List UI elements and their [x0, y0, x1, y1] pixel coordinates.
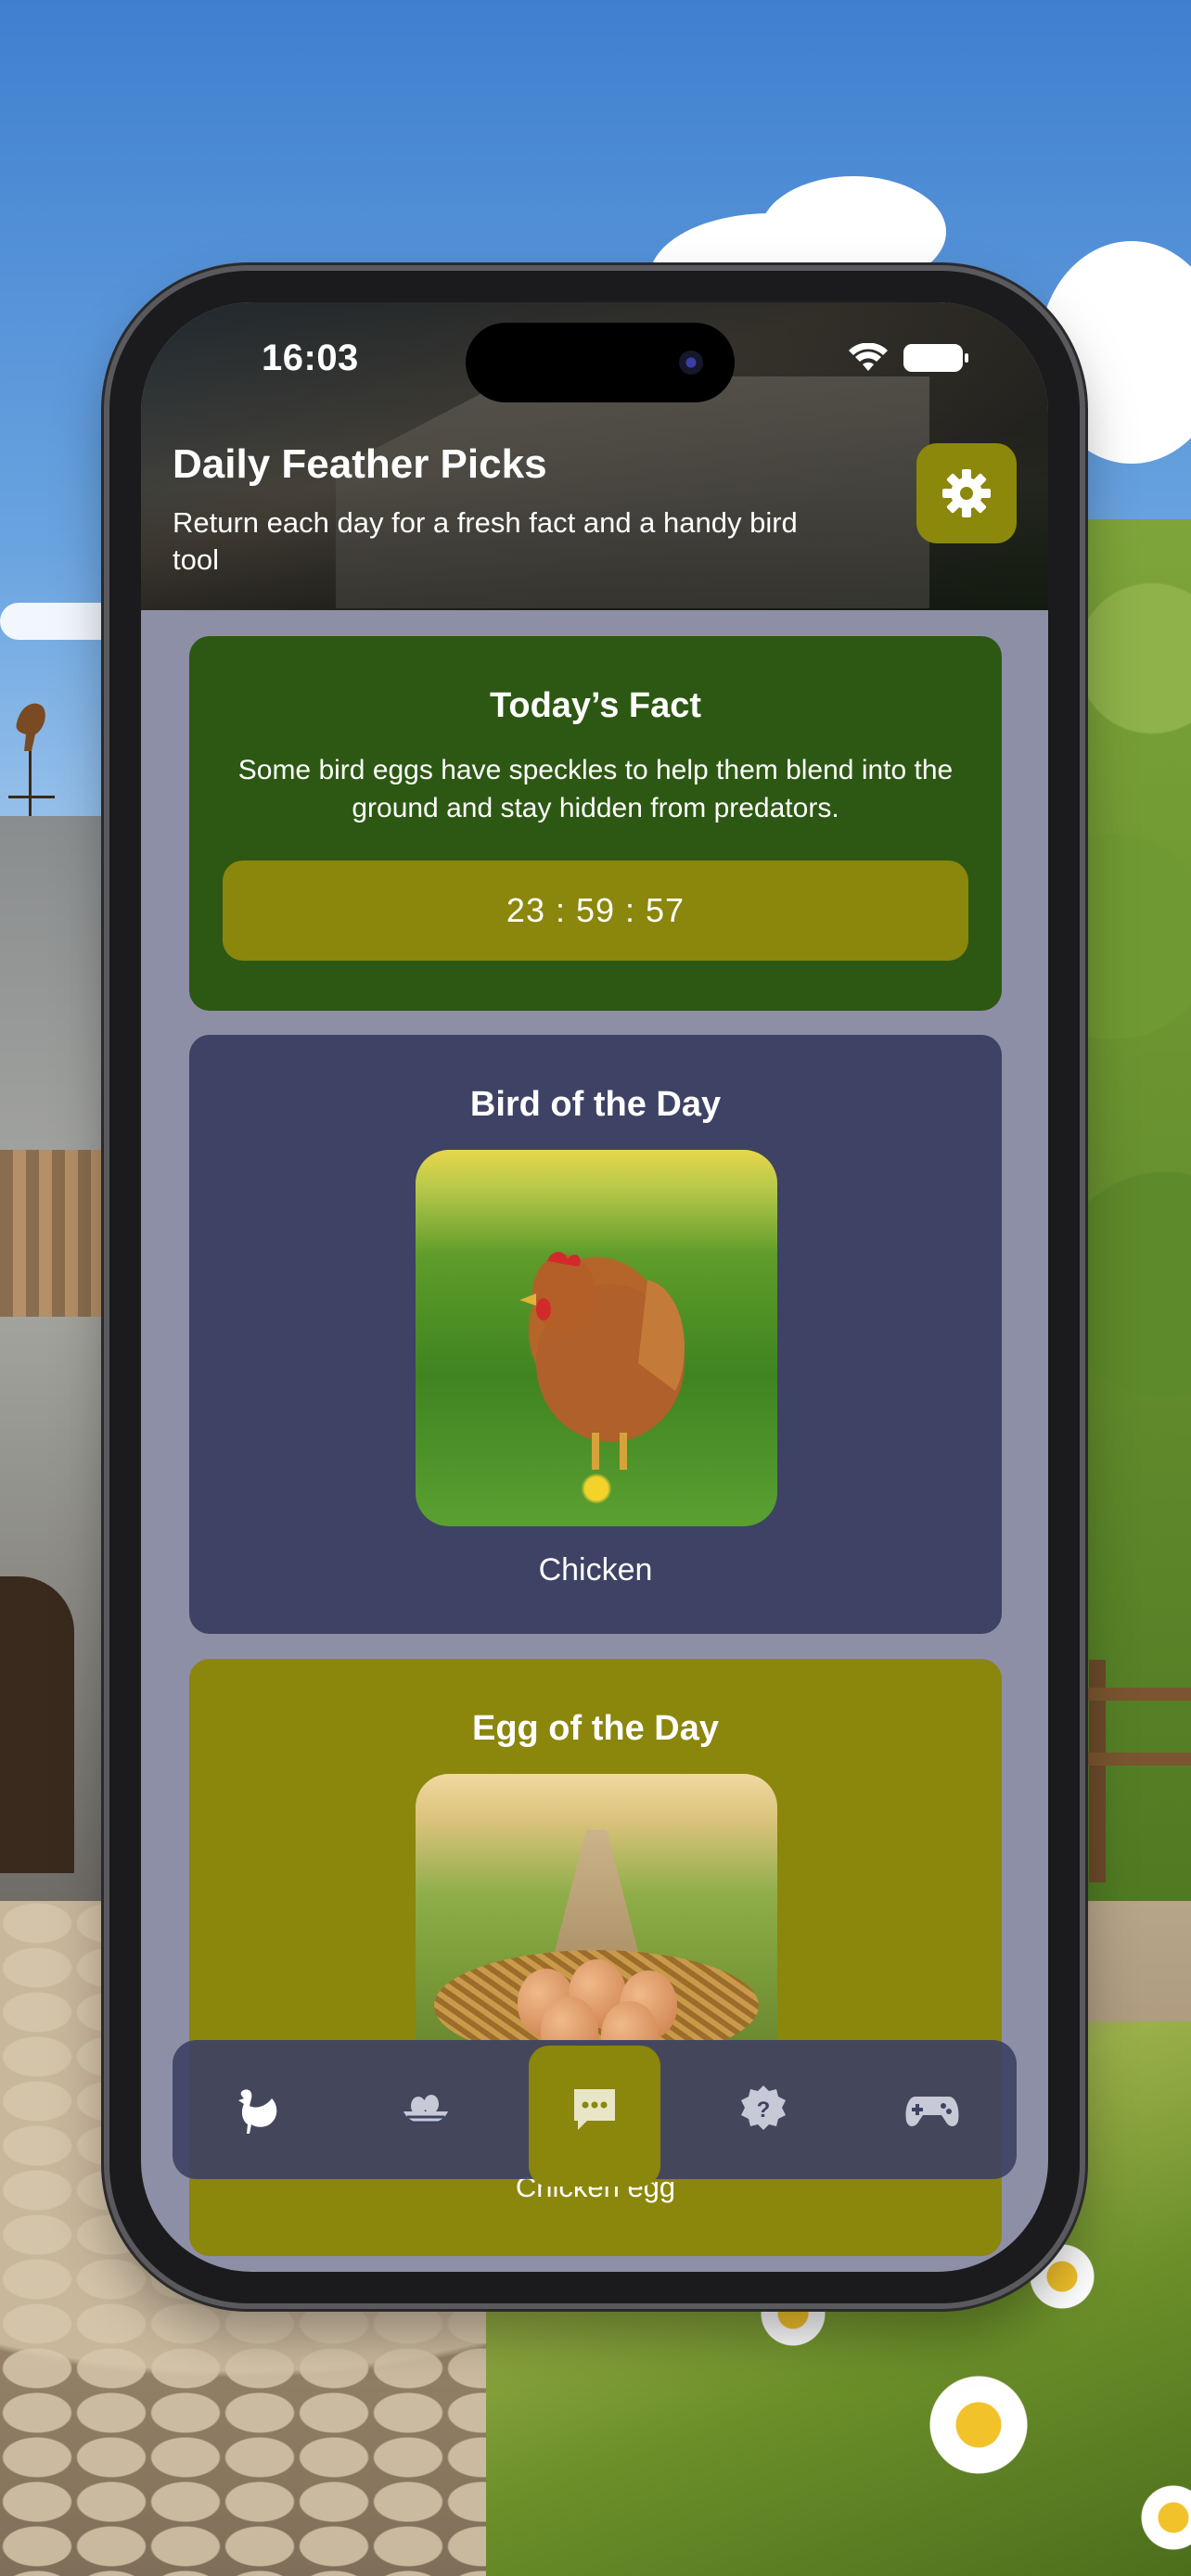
wifi-icon — [849, 343, 888, 371]
barn-door — [0, 1576, 74, 1873]
settings-button[interactable] — [916, 443, 1017, 543]
status-time: 16:03 — [262, 338, 359, 378]
tab-games[interactable] — [848, 2040, 1017, 2179]
fact-card-title: Today’s Fact — [489, 686, 702, 725]
tab-birds[interactable] — [173, 2040, 341, 2179]
tab-eggs[interactable] — [341, 2040, 510, 2179]
phone-screen: 16:03 Daily Feather Picks Return each da… — [141, 302, 1048, 2272]
bottom-tab-bar: ? — [173, 2040, 1017, 2187]
nest-icon — [403, 2095, 448, 2124]
fence — [1061, 1660, 1191, 1882]
tab-daily[interactable] — [510, 2040, 679, 2187]
question-icon: ? — [741, 2085, 786, 2130]
gamepad-icon — [905, 2097, 959, 2126]
bird-card[interactable]: Bird of the Day Chicken — [189, 1035, 1002, 1634]
weathervane-icon — [8, 703, 55, 816]
countdown-timer: 23 : 59 : 57 — [223, 861, 968, 961]
page-subtitle: Return each day for a fresh fact and a h… — [173, 506, 798, 577]
svg-text:?: ? — [757, 2098, 771, 2123]
hen-image — [519, 1251, 685, 1470]
chat-bubble-icon — [574, 2089, 615, 2130]
phone-frame: 16:03 Daily Feather Picks Return each da… — [109, 271, 1080, 2303]
daisy — [928, 2374, 1030, 2476]
egg-card-title: Egg of the Day — [471, 1709, 720, 1748]
camera-icon — [679, 351, 703, 375]
bird-card-title: Bird of the Day — [469, 1085, 722, 1124]
status-icons — [848, 343, 968, 373]
tab-quiz[interactable]: ? — [679, 2040, 848, 2179]
fact-text: Some bird eggs have speckles to help the… — [237, 755, 954, 823]
cloud — [0, 603, 121, 640]
page-title: Daily Feather Picks — [173, 441, 547, 487]
chicken-icon — [238, 2089, 277, 2134]
bird-photo — [416, 1150, 777, 1526]
fact-card: Today’s Fact Some bird eggs have speckle… — [189, 636, 1002, 1011]
battery-icon — [903, 344, 968, 372]
barn-roof — [0, 1150, 121, 1317]
gear-icon — [942, 469, 991, 517]
bird-name: Chicken — [538, 1552, 653, 1588]
egg-photo — [416, 1774, 777, 2041]
